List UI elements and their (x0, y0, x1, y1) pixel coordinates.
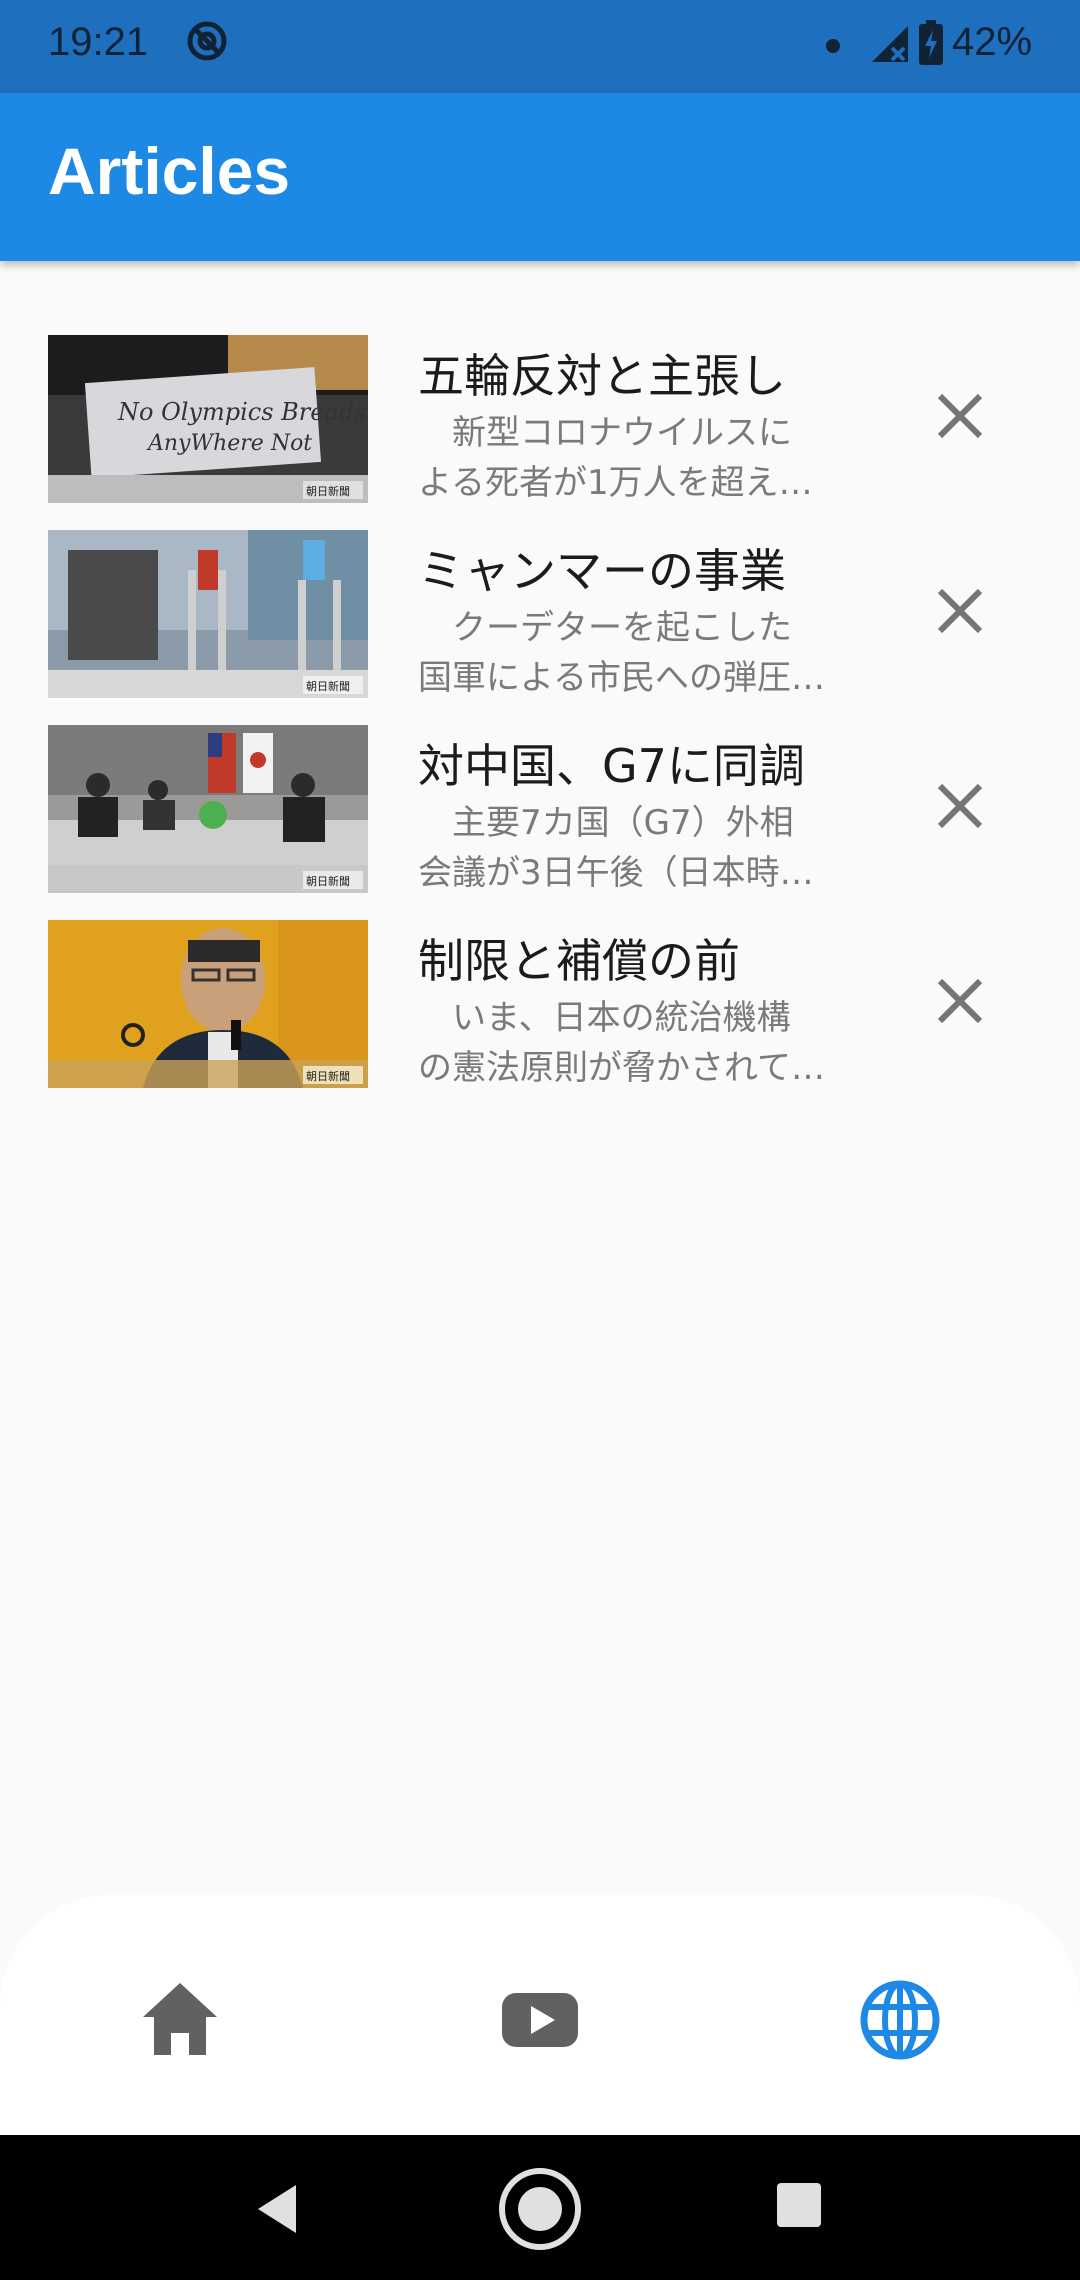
signal-icon (872, 26, 908, 62)
article-summary: クーデターを起こした 国軍による市民への弾圧… (418, 603, 838, 703)
article-summary-line: よる死者が1万人を超え… (418, 463, 813, 503)
article-summary-line: 新型コロナウイルスに (418, 413, 792, 453)
article-summary-line: 会議が3日午後（日本時… (418, 853, 814, 893)
article-title: 五輪反対と主張し (418, 349, 786, 403)
article-summary-line: 主要7カ国（G7）外相 (418, 803, 794, 843)
close-icon[interactable] (930, 386, 990, 446)
system-home-icon[interactable] (496, 2165, 584, 2253)
status-bar: 19:21 42% (0, 0, 1080, 93)
notification-dot-icon (826, 39, 840, 53)
article-title: 対中国、G7に同調 (418, 739, 805, 793)
page-title: Articles (48, 134, 291, 208)
article-title: 制限と補償の前 (418, 934, 740, 988)
article-summary: 新型コロナウイルスに よる死者が1万人を超え… (418, 408, 838, 508)
bottom-navigation (0, 1895, 1080, 2135)
close-icon[interactable] (930, 581, 990, 641)
article-item[interactable]: 朝日新聞 制限と補償の前 いま、日本の統治機構 の憲法原則が脅かされて… (0, 915, 1080, 1088)
home-icon[interactable] (135, 1975, 225, 2065)
article-summary-line: いま、日本の統治機構 (418, 998, 791, 1038)
article-summary: 主要7カ国（G7）外相 会議が3日午後（日本時… (418, 798, 838, 898)
article-thumbnail[interactable]: No Olympics Breads AnyWhere Not 朝日新聞 (48, 335, 368, 503)
article-item[interactable]: 朝日新聞 ミャンマーの事業 クーデターを起こした 国軍による市民への弾圧… (0, 525, 1080, 698)
article-title: ミャンマーの事業 (418, 544, 786, 598)
battery-icon (919, 20, 943, 65)
battery-percent: 42% (952, 20, 1033, 64)
close-icon[interactable] (930, 971, 990, 1031)
close-icon[interactable] (930, 776, 990, 836)
article-thumbnail[interactable]: 朝日新聞 (48, 725, 368, 893)
article-item[interactable]: 朝日新聞 対中国、G7に同調 主要7カ国（G7）外相 会議が3日午後（日本時… (0, 720, 1080, 893)
back-icon[interactable] (250, 2179, 310, 2239)
article-summary-line: の憲法原則が脅かされて… (418, 1048, 825, 1088)
system-navigation-bar (0, 2135, 1080, 2280)
svg-text:AnyWhere Not: AnyWhere Not (146, 431, 312, 456)
article-summary-line: クーデターを起こした (418, 608, 792, 648)
article-thumbnail[interactable]: 朝日新聞 (48, 920, 368, 1088)
thumbnail-watermark: 朝日新聞 (306, 1069, 350, 1083)
article-summary: いま、日本の統治機構 の憲法原則が脅かされて… (418, 993, 838, 1093)
app-bar: Articles (0, 93, 1080, 261)
youtube-icon[interactable] (495, 1975, 585, 2065)
thumbnail-watermark: 朝日新聞 (306, 679, 350, 693)
article-item[interactable]: No Olympics Breads AnyWhere Not 朝日新聞 五輪反… (0, 330, 1080, 503)
svg-text:No Olympics Breads: No Olympics Breads (117, 398, 366, 426)
thumbnail-watermark: 朝日新聞 (306, 874, 350, 888)
recents-icon[interactable] (775, 2181, 823, 2229)
globe-icon[interactable] (855, 1975, 945, 2065)
status-time: 19:21 (48, 20, 149, 64)
article-thumbnail[interactable]: 朝日新聞 (48, 530, 368, 698)
article-summary-line: 国軍による市民への弾圧… (418, 658, 825, 698)
thumbnail-watermark: 朝日新聞 (306, 484, 350, 498)
sync-icon (187, 21, 227, 61)
